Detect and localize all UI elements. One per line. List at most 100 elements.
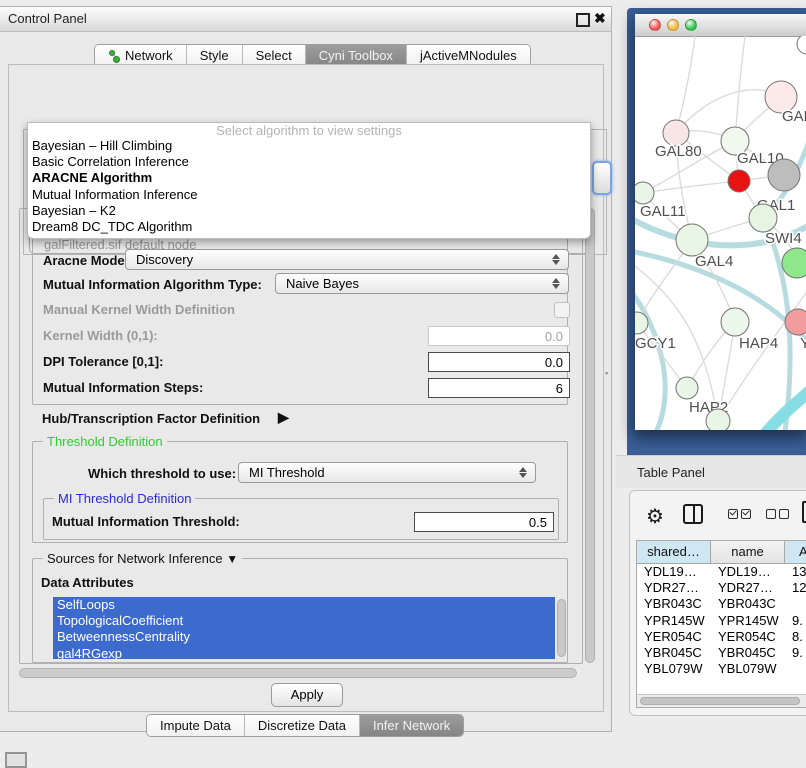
network-node[interactable] (676, 377, 698, 399)
network-node[interactable] (721, 308, 749, 336)
attribute-item[interactable]: BetweennessCentrality (53, 629, 555, 645)
which-threshold-combo[interactable]: MI Threshold (238, 462, 536, 483)
column-header[interactable]: A (785, 541, 806, 563)
table-row[interactable]: YDL19…YDL19…13 (637, 564, 806, 580)
control-panel-title: Control Panel (8, 11, 87, 26)
network-node[interactable] (785, 309, 806, 335)
mac-zoom-button[interactable] (685, 19, 697, 31)
algorithm-item[interactable]: Dream8 DC_TDC Algorithm (28, 219, 590, 235)
network-node-label: Y (800, 335, 806, 352)
network-node-label: GAL (782, 108, 806, 125)
network-edge (643, 181, 739, 193)
tab-label: Discretize Data (258, 715, 346, 736)
checked-checkbox-icon[interactable] (728, 509, 738, 519)
tab-select[interactable]: Select (243, 45, 306, 66)
settings-horizontal-scrollbar[interactable] (19, 668, 577, 678)
table-cell: YBR043C (711, 596, 785, 612)
table-panel-titlebar: Table Panel (616, 455, 806, 488)
control-panel: Control Panel ✖ NetworkStyleSelectCyni T… (0, 6, 612, 732)
manual-kernel-label: Manual Kernel Width Definition (43, 302, 235, 317)
apply-button[interactable]: Apply (271, 683, 343, 707)
minimized-panel-icon[interactable] (5, 752, 27, 768)
network-node[interactable] (797, 36, 806, 54)
table-row[interactable]: YBR045CYBR045C9. (637, 645, 806, 661)
table-cell: YBR045C (637, 645, 711, 661)
mi-threshold-group: MI Threshold Definition Mutual Informati… (43, 498, 559, 540)
collapse-arrow-icon[interactable]: ▼ (226, 552, 238, 566)
mi-algorithm-type-combo[interactable]: Naive Bayes (275, 273, 569, 294)
tab-jactivemnodules[interactable]: jActiveMNodules (407, 45, 530, 66)
network-node[interactable] (635, 182, 654, 204)
algorithm-dropdown-placeholder: Select algorithm to view settings (28, 123, 590, 138)
column-header[interactable]: name (711, 541, 785, 563)
unchecked-checkbox-icon[interactable] (766, 509, 776, 519)
table-row[interactable]: YDR27…YDR27…12 (637, 580, 806, 596)
tab-style[interactable]: Style (187, 45, 243, 66)
tab-network[interactable]: Network (95, 45, 187, 66)
close-icon[interactable]: ✖ (594, 10, 606, 27)
tab-infer-network[interactable]: Infer Network (360, 715, 463, 736)
manual-kernel-checkbox[interactable] (554, 302, 570, 318)
tab-label: Infer Network (373, 715, 450, 736)
table-horizontal-scrollbar-track (637, 694, 806, 707)
unchecked-checkbox-icon[interactable] (779, 509, 789, 519)
network-node[interactable] (749, 204, 777, 232)
document-icon[interactable] (802, 501, 806, 523)
table-cell: YBL079W (711, 661, 785, 676)
algorithm-item[interactable]: Bayesian – Hill Climbing (28, 138, 590, 154)
network-node[interactable] (706, 409, 730, 430)
settings-scroll-area: Cyni Algorithm Settings Algorithm Defini… (15, 204, 599, 678)
tab-discretize-data[interactable]: Discretize Data (245, 715, 360, 736)
focused-combo-fragment[interactable] (592, 161, 612, 195)
network-node[interactable] (782, 248, 806, 278)
kernel-width-field[interactable]: 0.0 (428, 326, 570, 346)
network-node-label: SWI4 (765, 230, 802, 247)
stepper-icon (552, 277, 561, 290)
table-cell: 12 (785, 580, 806, 596)
data-attributes-label: Data Attributes (41, 575, 134, 590)
column-header[interactable]: shared… (637, 541, 711, 563)
table-row[interactable]: YBR043CYBR043C (637, 596, 806, 612)
mi-threshold-field[interactable]: 0.5 (414, 512, 554, 532)
attribute-item[interactable]: SelfLoops (53, 597, 555, 613)
algorithm-item[interactable]: ARACNE Algorithm (28, 170, 590, 186)
network-node[interactable] (728, 170, 750, 192)
table-row[interactable]: YER054CYER054C8. (637, 629, 806, 645)
network-window: GALGAL80GAL10GAL1GAL11SWI4GAL4GCY1HAP4YH… (635, 14, 806, 430)
network-node[interactable] (676, 224, 708, 256)
algorithm-item[interactable]: Mutual Information Inference (28, 187, 590, 203)
network-node[interactable] (768, 159, 800, 191)
network-canvas[interactable]: GALGAL80GAL10GAL1GAL11SWI4GAL4GCY1HAP4YH… (635, 36, 806, 430)
tab-impute-data[interactable]: Impute Data (147, 715, 245, 736)
expand-arrow-icon[interactable]: ▶ (278, 409, 289, 426)
attribute-item[interactable]: TopologicalCoefficient (53, 613, 555, 629)
algorithm-item[interactable]: Bayesian – K2 (28, 203, 590, 219)
table-row[interactable]: YBL079WYBL079W (637, 661, 806, 676)
aracne-mode-combo[interactable]: Discovery (125, 249, 569, 270)
settings-vertical-scrollbar[interactable] (585, 208, 595, 663)
mac-close-button[interactable] (649, 19, 661, 31)
columns-icon[interactable] (683, 504, 703, 524)
network-edge (676, 36, 695, 133)
table-horizontal-scrollbar[interactable] (640, 697, 800, 705)
attribute-item[interactable]: gal4RGexp (53, 646, 555, 659)
network-icon (108, 50, 120, 62)
splitter-grip-icon[interactable]: ▪ (605, 368, 612, 378)
mac-minimize-button[interactable] (667, 19, 679, 31)
checked-checkbox-icon[interactable] (741, 509, 751, 519)
network-window-titlebar[interactable] (635, 14, 806, 37)
mi-steps-field[interactable]: 6 (428, 378, 570, 398)
algorithm-item[interactable]: Basic Correlation Inference (28, 154, 590, 170)
table-row[interactable]: YPR145WYPR145W9. (637, 613, 806, 629)
float-icon[interactable] (576, 13, 590, 27)
network-edge (735, 36, 745, 141)
dpi-tolerance-field[interactable]: 0.0 (428, 352, 570, 372)
network-edge (637, 323, 687, 388)
sources-group-title: Sources for Network Inference ▼ (43, 551, 242, 566)
tab-cyni-toolbox[interactable]: Cyni Toolbox (306, 45, 407, 66)
mi-steps-label: Mutual Information Steps: (43, 380, 203, 395)
table-cell: YBL079W (637, 661, 711, 676)
gear-icon[interactable]: ⚙ (646, 504, 664, 529)
hub-definition-label[interactable]: Hub/Transcription Factor Definition (42, 411, 260, 426)
attribute-list-scrollbar[interactable] (557, 599, 566, 657)
